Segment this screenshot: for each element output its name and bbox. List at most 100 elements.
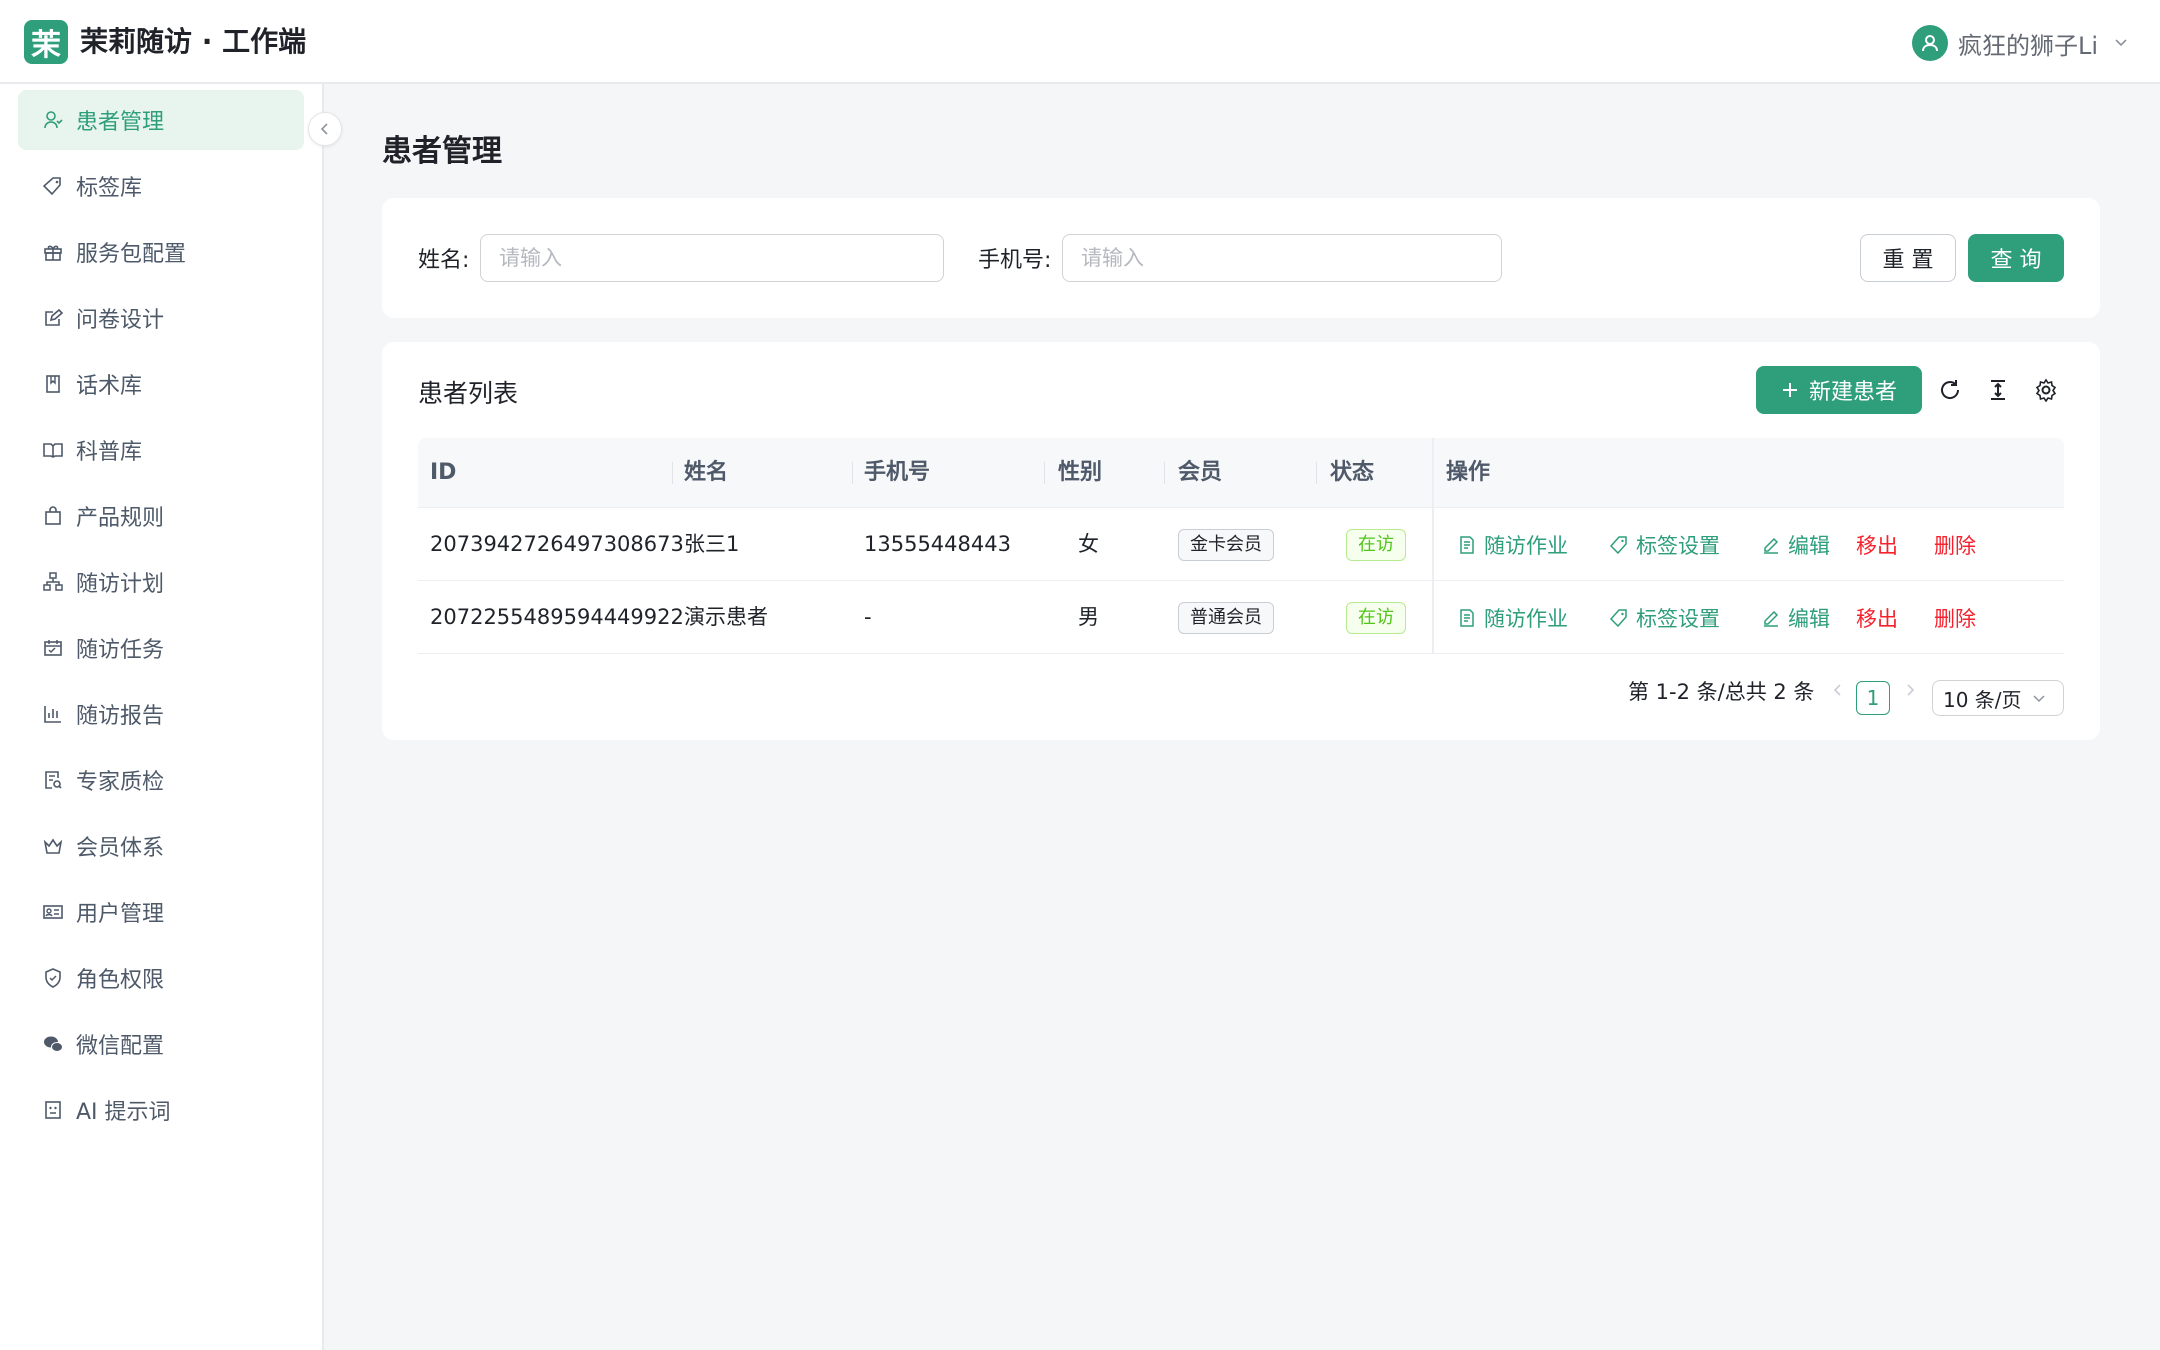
shield-icon	[42, 967, 64, 989]
phone-search-input[interactable]	[1062, 234, 1502, 282]
tag-settings-link[interactable]: 标签设置	[1610, 581, 1720, 654]
page-size-select[interactable]: 10 条/页	[1932, 680, 2064, 716]
user-menu[interactable]: 疯狂的狮子Li	[1911, 24, 2128, 62]
member-badge: 金卡会员	[1178, 529, 1274, 561]
sidebar: 患者管理 标签库 服务包配置 问卷设计 话术库 科普库 产品规则 随访计划 随访…	[0, 84, 324, 1350]
document-icon	[1458, 535, 1476, 554]
column-header-phone: 手机号	[864, 460, 931, 485]
edit-label: 编辑	[1788, 533, 1830, 558]
sidebar-item-service-packages[interactable]: 服务包配置	[18, 222, 304, 282]
sidebar-item-label: 随访报告	[76, 704, 165, 729]
sidebar-item-product-rules[interactable]: 产品规则	[18, 486, 304, 546]
followup-task-link[interactable]: 随访作业	[1458, 508, 1568, 581]
name-field-label: 姓名:	[418, 248, 470, 273]
sidebar-item-label: 科普库	[76, 440, 143, 465]
column-header-gender: 性别	[1058, 460, 1103, 485]
sidebar-item-label: 标签库	[76, 176, 143, 201]
sidebar-item-patients[interactable]: 患者管理	[18, 90, 304, 150]
chevron-down-icon	[2032, 691, 2046, 705]
delete-link[interactable]: 删除	[1934, 508, 1976, 581]
inspect-icon	[42, 769, 64, 791]
cell-name: 演示患者	[684, 605, 768, 629]
next-page-icon[interactable]	[1898, 676, 1922, 704]
edit-label: 编辑	[1788, 606, 1830, 631]
sidebar-item-ai-prompts[interactable]: AI 提示词	[18, 1080, 304, 1140]
sidebar-item-expert-qc[interactable]: 专家质检	[18, 750, 304, 810]
cell-gender: 男	[1078, 605, 1099, 629]
tag-icon	[1610, 535, 1628, 554]
sidebar-item-label: 微信配置	[76, 1034, 165, 1059]
hierarchy-icon	[42, 571, 64, 593]
tag-settings-label: 标签设置	[1636, 606, 1720, 631]
page-number-current[interactable]: 1	[1856, 681, 1890, 715]
open-book-icon	[42, 439, 64, 461]
id-card-icon	[42, 901, 64, 923]
calendar-icon	[42, 637, 64, 659]
table-row: 2073942726497308673 张三1 13555448443 女 金卡…	[418, 508, 2064, 581]
sidebar-item-label: 产品规则	[76, 506, 165, 531]
sidebar-item-followup-plan[interactable]: 随访计划	[18, 552, 304, 612]
gift-icon	[42, 241, 64, 263]
cell-id: 2073942726497308673	[430, 532, 684, 556]
remove-link[interactable]: 移出	[1856, 508, 1898, 581]
delete-link[interactable]: 删除	[1934, 581, 1976, 654]
prev-page-icon[interactable]	[1826, 676, 1850, 704]
tag-settings-link[interactable]: 标签设置	[1610, 508, 1720, 581]
settings-gear-icon[interactable]	[2026, 370, 2066, 410]
patient-list-panel: 患者列表 新建患者 ID 姓名 手机号 性别 会员 状态 操作 20739427…	[382, 342, 2100, 740]
patient-icon	[42, 109, 64, 131]
user-name: 疯狂的狮子Li	[1957, 31, 2098, 60]
page-title: 患者管理	[382, 134, 502, 169]
cell-phone: 13555448443	[864, 532, 1011, 556]
followup-task-label: 随访作业	[1484, 606, 1568, 631]
name-search-input[interactable]	[480, 234, 944, 282]
app-logo: 茉	[24, 20, 68, 64]
refresh-icon[interactable]	[1930, 370, 1970, 410]
sidebar-item-label: 会员体系	[76, 836, 165, 861]
wechat-icon	[42, 1033, 64, 1055]
user-avatar-icon	[1911, 25, 1948, 61]
query-button[interactable]: 查 询	[1968, 234, 2064, 282]
edit-link[interactable]: 编辑	[1762, 581, 1830, 654]
tag-icon	[1610, 608, 1628, 627]
sidebar-item-education[interactable]: 科普库	[18, 420, 304, 480]
plus-icon	[1781, 381, 1799, 399]
column-header-actions: 操作	[1446, 460, 1491, 485]
status-badge: 在访	[1346, 602, 1406, 634]
sidebar-item-scripts[interactable]: 话术库	[18, 354, 304, 414]
table-header: ID 姓名 手机号 性别 会员 状态 操作	[418, 438, 2064, 508]
edit-link[interactable]: 编辑	[1762, 508, 1830, 581]
edit-icon	[42, 307, 64, 329]
sidebar-item-tags[interactable]: 标签库	[18, 156, 304, 216]
tag-settings-label: 标签设置	[1636, 533, 1720, 558]
sidebar-item-roles[interactable]: 角色权限	[18, 948, 304, 1008]
remove-link[interactable]: 移出	[1856, 581, 1898, 654]
member-badge: 普通会员	[1178, 602, 1274, 634]
column-height-icon[interactable]	[1978, 370, 2018, 410]
collapse-sidebar-button[interactable]	[308, 112, 342, 146]
followup-task-link[interactable]: 随访作业	[1458, 581, 1568, 654]
book-icon	[42, 373, 64, 395]
sidebar-item-label: 专家质检	[76, 770, 165, 795]
sidebar-item-label: 角色权限	[76, 968, 165, 993]
sidebar-item-users[interactable]: 用户管理	[18, 882, 304, 942]
sidebar-item-wechat[interactable]: 微信配置	[18, 1014, 304, 1074]
chevron-down-icon	[2114, 34, 2128, 53]
sidebar-item-questionnaire[interactable]: 问卷设计	[18, 288, 304, 348]
chevron-left-icon	[320, 123, 328, 135]
column-header-id: ID	[430, 460, 457, 485]
table-row: 2072255489594449922 演示患者 - 男 普通会员 在访 随访作…	[418, 581, 2064, 654]
followup-task-label: 随访作业	[1484, 533, 1568, 558]
reset-button[interactable]: 重 置	[1860, 234, 1956, 282]
sidebar-item-followup-tasks[interactable]: 随访任务	[18, 618, 304, 678]
cell-id: 2072255489594449922	[430, 605, 684, 629]
list-title: 患者列表	[418, 379, 519, 408]
phone-field-label: 手机号:	[978, 248, 1052, 273]
sidebar-item-followup-reports[interactable]: 随访报告	[18, 684, 304, 744]
new-patient-button[interactable]: 新建患者	[1756, 366, 1922, 414]
sidebar-item-membership[interactable]: 会员体系	[18, 816, 304, 876]
edit-icon	[1762, 609, 1780, 627]
sidebar-item-label: AI 提示词	[76, 1100, 171, 1125]
page-size-value: 10 条/页	[1943, 687, 2022, 712]
column-header-name: 姓名	[684, 460, 729, 485]
